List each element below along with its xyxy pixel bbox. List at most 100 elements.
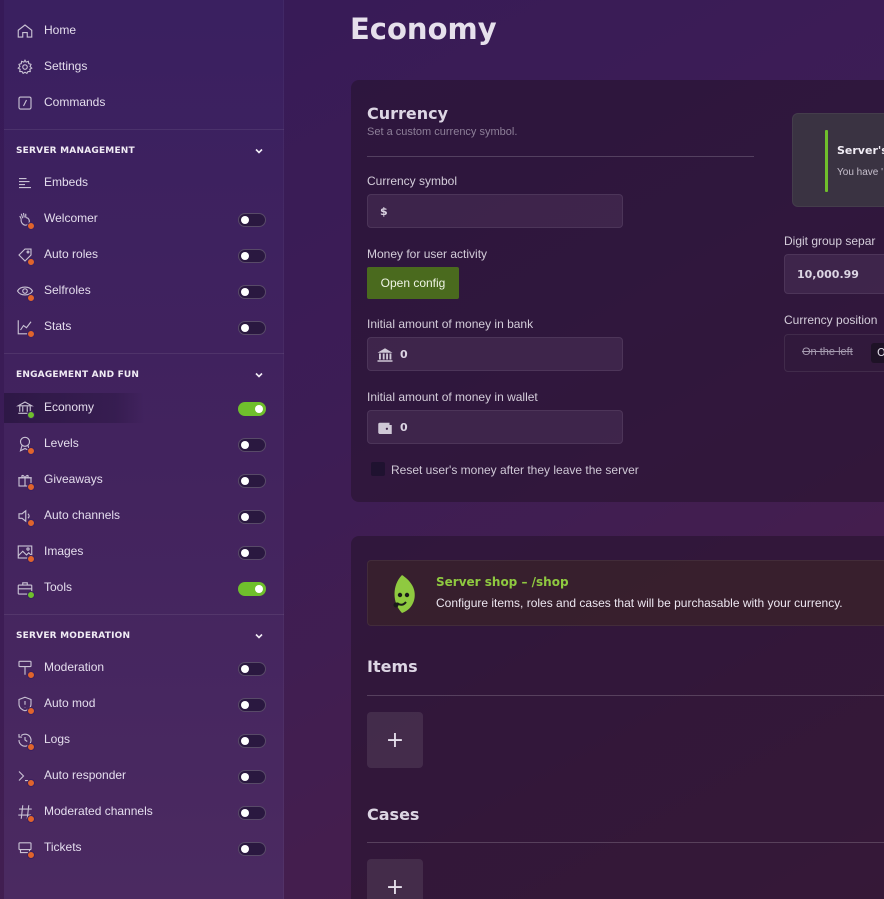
status-dot-off (27, 258, 35, 266)
sidebar-item-label: Home (44, 23, 77, 37)
position-option-left[interactable]: On the left (802, 346, 853, 358)
sidebar-item-moderated-channels[interactable]: Moderated channels (4, 797, 284, 827)
command-icon (15, 93, 35, 113)
position-option-right[interactable]: O (871, 343, 884, 363)
status-dot-off (27, 222, 35, 230)
currency-position-selector[interactable]: On the left O (784, 334, 884, 372)
status-dot-off (27, 707, 35, 715)
wallet-amount-label: Initial amount of money in wallet (367, 390, 538, 404)
sidebar-item-label: Auto roles (44, 247, 99, 261)
sidebar-item-images[interactable]: Images (4, 537, 284, 567)
auto-mod-toggle[interactable] (238, 698, 266, 712)
preview-title: Server's (837, 144, 884, 157)
digit-separator-label: Digit group separ (784, 234, 876, 248)
money-activity-label: Money for user activity (367, 247, 488, 261)
moderation-toggle[interactable] (238, 662, 266, 676)
chevron-down-icon[interactable] (254, 146, 264, 156)
sidebar-item-label: Images (44, 544, 84, 558)
welcomer-toggle[interactable] (238, 213, 266, 227)
wallet-amount-value: 0 (400, 421, 408, 434)
currency-preview: Server's You have ' (792, 113, 884, 207)
sidebar-item-tickets[interactable]: Tickets (4, 833, 284, 863)
card-divider (367, 156, 754, 157)
status-dot-off (27, 330, 35, 338)
stats-toggle[interactable] (238, 321, 266, 335)
sidebar-item-tools[interactable]: Tools (4, 573, 284, 603)
sidebar-item-auto-channels[interactable]: Auto channels (4, 501, 284, 531)
wallet-amount-input[interactable]: 0 (367, 410, 623, 444)
economy-toggle[interactable] (238, 402, 266, 416)
sidebar-item-selfroles[interactable]: Selfroles (4, 276, 284, 306)
sidebar-item-label: Moderated channels (44, 804, 153, 818)
status-dot-off (27, 671, 35, 679)
sidebar-item-auto-mod[interactable]: Auto mod (4, 689, 284, 719)
sidebar-item-label: Auto channels (44, 508, 121, 522)
logs-toggle[interactable] (238, 734, 266, 748)
sidebar-item-stats[interactable]: Stats (4, 312, 284, 342)
cases-title: Cases (367, 805, 420, 824)
sidebar-item-commands[interactable]: Commands (4, 88, 284, 118)
sidebar-item-home[interactable]: Home (4, 16, 284, 46)
auto-channels-toggle[interactable] (238, 510, 266, 524)
add-case-button[interactable]: + (367, 859, 423, 899)
sidebar-item-auto-responder[interactable]: Auto responder (4, 761, 284, 791)
sidebar-item-levels[interactable]: Levels (4, 429, 284, 459)
bank-amount-input[interactable]: 0 (367, 337, 623, 371)
sidebar-item-welcomer[interactable]: Welcomer (4, 204, 284, 234)
shop-description: Configure items, roles and cases that wi… (436, 596, 843, 610)
sidebar-item-label: Tools (44, 580, 73, 594)
section-header-engagement[interactable]: ENGAGEMENT AND FUN (16, 370, 272, 386)
digit-separator-value: 10,000.99 (797, 268, 859, 281)
tickets-toggle[interactable] (238, 842, 266, 856)
items-title: Items (367, 657, 418, 676)
digit-separator-select[interactable]: 10,000.99 (784, 254, 884, 294)
currency-symbol-label: Currency symbol (367, 174, 458, 188)
auto-responder-toggle[interactable] (238, 770, 266, 784)
chevron-down-icon[interactable] (254, 370, 264, 380)
status-dot-off (27, 851, 35, 859)
sidebar-item-label: Auto responder (44, 768, 127, 782)
section-header-server-management[interactable]: SERVER MANAGEMENT (16, 146, 272, 162)
auto-roles-toggle[interactable] (238, 249, 266, 263)
preview-text: You have ' (837, 167, 884, 178)
sidebar-item-label: Economy (44, 400, 95, 414)
sidebar-item-label: Settings (44, 59, 88, 73)
levels-toggle[interactable] (238, 438, 266, 452)
sidebar-item-label: Levels (44, 436, 79, 450)
sidebar-item-settings[interactable]: Settings (4, 52, 284, 82)
selfroles-toggle[interactable] (238, 285, 266, 299)
currency-symbol-input[interactable]: $ (367, 194, 623, 228)
sidebar-item-label: Logs (44, 732, 71, 746)
home-icon (15, 21, 35, 41)
sidebar-item-label: Moderation (44, 660, 105, 674)
status-dot-off (27, 483, 35, 491)
sidebar-divider (4, 614, 284, 615)
sidebar: Home Settings Commands SERVER MANAGEMENT… (4, 0, 284, 899)
images-toggle[interactable] (238, 546, 266, 560)
status-dot-off (27, 294, 35, 302)
status-dot-on (27, 591, 35, 599)
sidebar-item-economy[interactable]: Economy (4, 393, 284, 423)
gear-icon (15, 57, 35, 77)
sidebar-divider (4, 129, 284, 130)
sidebar-item-logs[interactable]: Logs (4, 725, 284, 755)
reset-money-checkbox[interactable] (371, 462, 385, 476)
add-item-button[interactable]: + (367, 712, 423, 768)
sidebar-item-moderation[interactable]: Moderation (4, 653, 284, 683)
tools-toggle[interactable] (238, 582, 266, 596)
sidebar-divider (4, 353, 284, 354)
section-title: ENGAGEMENT AND FUN (16, 370, 140, 380)
giveaways-toggle[interactable] (238, 474, 266, 488)
moderated-channels-toggle[interactable] (238, 806, 266, 820)
sidebar-item-giveaways[interactable]: Giveaways (4, 465, 284, 495)
sidebar-item-label: Giveaways (44, 472, 103, 486)
chevron-down-icon[interactable] (254, 631, 264, 641)
sidebar-item-embeds[interactable]: Embeds (4, 168, 284, 198)
sidebar-item-auto-roles[interactable]: Auto roles (4, 240, 284, 270)
currency-title: Currency (367, 104, 449, 123)
status-dot-off (27, 555, 35, 563)
section-header-server-moderation[interactable]: SERVER MODERATION (16, 631, 272, 647)
status-dot-off (27, 815, 35, 823)
open-config-button[interactable]: Open config (367, 267, 459, 299)
cases-divider (367, 842, 884, 843)
